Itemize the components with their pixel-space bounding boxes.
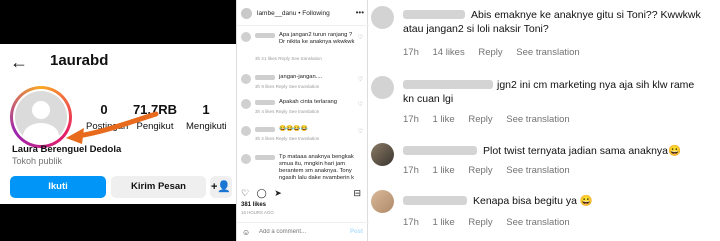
post-comment-meta: 3h 21 likes Reply See translation xyxy=(255,56,322,61)
comment-text: jgn2 ini cm marketing nya aja sih klw ra… xyxy=(403,79,695,105)
message-button[interactable]: Kirim Pesan xyxy=(111,176,206,198)
post-comment-meta: 3h 4 likes Reply See translation xyxy=(255,109,320,114)
comment-meta: 17h 1 like Reply See translation xyxy=(403,217,581,228)
post-comment-text: Tp mataaa anaknya bengkak smua itu, mngk… xyxy=(279,154,355,181)
like-comment-icon[interactable]: ♡ xyxy=(358,34,363,41)
screenshot-collage: ← 1aurabd 0 Postingan 71,7RB Pengikut 1 … xyxy=(0,0,720,241)
comment-likes[interactable]: 1 like xyxy=(433,165,455,176)
poster-username[interactable]: lambe__danu • Following xyxy=(257,10,330,17)
comment-meta: 17h 1 like Reply See translation xyxy=(403,165,581,176)
post-actions: ♡ ◯ ➤ xyxy=(241,188,287,199)
comment-time: 17h xyxy=(403,217,419,228)
commenter-avatar[interactable] xyxy=(241,74,251,84)
add-person-icon[interactable]: +👤 xyxy=(210,176,232,198)
profile-category: Tokoh publik xyxy=(12,156,63,166)
post-comment-text: Apakah cinta terlarang xyxy=(279,99,338,105)
reply-link[interactable]: Reply xyxy=(468,165,492,176)
follow-button[interactable]: Ikuti xyxy=(10,176,106,198)
commenter-avatar[interactable] xyxy=(371,190,394,213)
share-icon[interactable]: ➤ xyxy=(274,188,282,198)
blurred-username xyxy=(255,155,275,160)
comment-time: 17h xyxy=(403,165,419,176)
post-comment: 😂😂😂😂 3h 2 likes Reply See translation ♡ xyxy=(241,126,365,148)
post-time: 16 HOURS AGO xyxy=(241,210,274,215)
bookmark-icon[interactable]: ⊟ xyxy=(353,188,361,199)
see-translation-link[interactable]: See translation xyxy=(506,114,569,125)
stat-following[interactable]: 1 Mengikuti xyxy=(186,102,227,132)
more-options-icon[interactable]: ••• xyxy=(356,8,364,17)
reply-link[interactable]: Reply xyxy=(468,217,492,228)
blurred-username xyxy=(255,33,275,38)
comment-text: Kenapa bisa begitu ya 😀 xyxy=(473,195,593,207)
comment-meta: 17h 1 like Reply See translation xyxy=(403,114,581,125)
comment-meta: 17h 14 likes Reply See translation xyxy=(403,47,591,58)
blurred-username xyxy=(255,127,275,132)
comments-panel: Abis emaknye ke anaknye gitu si Toni?? K… xyxy=(369,0,720,241)
highlight-arrow xyxy=(66,111,159,144)
post-comment: Tp mataaa anaknya bengkak smua itu, mngk… xyxy=(241,154,365,184)
comment-icon[interactable]: ◯ xyxy=(257,188,267,198)
post-comment: jangan-jangan.... 3h 9 likes Reply See t… xyxy=(241,74,365,96)
comment-likes[interactable]: 1 like xyxy=(433,217,455,228)
blurred-username xyxy=(255,100,275,105)
reply-link[interactable]: Reply xyxy=(468,114,492,125)
comment-text: Abis emaknye ke anaknye gitu si Toni?? K… xyxy=(403,9,701,35)
post-comment-text: 😂😂😂😂 xyxy=(279,126,308,132)
commenter-avatar[interactable] xyxy=(241,154,251,164)
commenter-avatar[interactable] xyxy=(241,32,251,42)
back-arrow-icon[interactable]: ← xyxy=(10,53,28,71)
comment-likes[interactable]: 1 like xyxy=(433,114,455,125)
stat-following-value: 1 xyxy=(202,102,210,117)
commenter-avatar[interactable] xyxy=(241,126,251,136)
like-icon[interactable]: ♡ xyxy=(241,188,249,198)
comment-text: Plot twist ternyata jadian sama anaknya😀 xyxy=(483,145,682,157)
poster-avatar[interactable] xyxy=(241,8,252,19)
stat-following-label: Mengikuti xyxy=(186,121,227,132)
commenter-avatar[interactable] xyxy=(241,99,251,109)
see-translation-link[interactable]: See translation xyxy=(516,47,579,58)
post-comment-button[interactable]: Post xyxy=(350,229,363,235)
post-comment: Apakah cinta terlarang 3h 4 likes Reply … xyxy=(241,99,365,121)
post-comment-text: jangan-jangan.... xyxy=(279,74,323,80)
commenter-avatar[interactable] xyxy=(371,6,394,29)
commenter-avatar[interactable] xyxy=(371,76,394,99)
profile-panel: ← 1aurabd 0 Postingan 71,7RB Pengikut 1 … xyxy=(0,0,236,241)
profile-username: 1aurabd xyxy=(50,52,109,69)
comment-time: 17h xyxy=(403,114,419,125)
blurred-username xyxy=(255,75,275,80)
post-comment-meta: 3h 9 likes Reply See translation xyxy=(255,84,320,89)
post-comment-meta: 3h 2 likes Reply See translation xyxy=(255,136,320,141)
like-comment-icon[interactable]: ♡ xyxy=(358,128,363,135)
commenter-avatar[interactable] xyxy=(371,143,394,166)
post-comment: Apa jangan2 turun ranjang ? Dr nikita ke… xyxy=(241,32,365,62)
post-header: lambe__danu • Following ••• xyxy=(237,0,369,26)
see-translation-link[interactable]: See translation xyxy=(506,217,569,228)
like-comment-icon[interactable]: ♡ xyxy=(358,76,363,83)
post-likes[interactable]: 381 likes xyxy=(241,202,266,208)
comment-likes[interactable]: 14 likes xyxy=(433,47,465,58)
carousel-dots xyxy=(96,232,140,236)
post-panel: lambe__danu • Following ••• Apa jangan2 … xyxy=(236,0,369,241)
reply-link[interactable]: Reply xyxy=(478,47,502,58)
add-comment-input[interactable] xyxy=(259,229,329,235)
like-comment-icon[interactable]: ♡ xyxy=(358,101,363,108)
emoji-icon[interactable]: ☺ xyxy=(242,228,250,237)
comment-time: 17h xyxy=(403,47,419,58)
post-comment-text: Apa jangan2 turun ranjang ? Dr nikita ke… xyxy=(279,32,355,45)
comment-bar: ☺ Post xyxy=(237,222,369,241)
see-translation-link[interactable]: See translation xyxy=(506,165,569,176)
